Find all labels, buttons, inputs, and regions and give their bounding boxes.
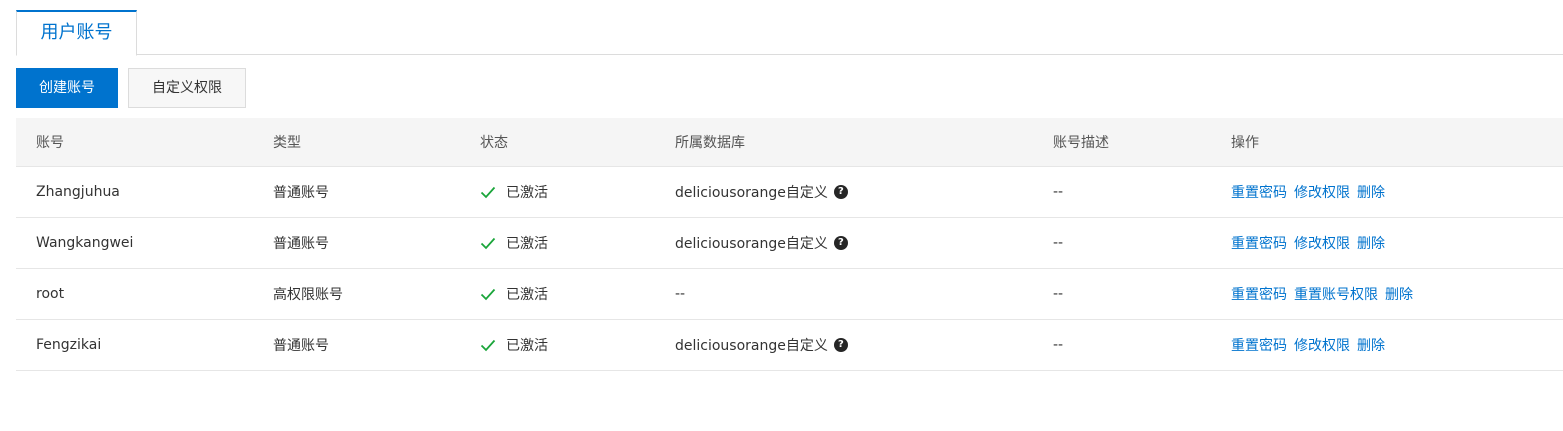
modify-permission-link[interactable]: 修改权限 (1294, 335, 1350, 355)
table-header: 账号 类型 状态 所属数据库 账号描述 操作 (16, 118, 1563, 167)
check-icon (480, 288, 496, 301)
database-cell: -- (675, 269, 685, 319)
reset-password-link[interactable]: 重置密码 (1231, 233, 1287, 253)
header-status: 状态 (480, 135, 508, 151)
database-name: -- (675, 286, 686, 302)
account-description: -- (1053, 235, 1064, 251)
actions-cell: 重置密码 重置账号权限 删除 (1231, 269, 1420, 319)
custom-permission-button[interactable]: 自定义权限 (128, 68, 246, 108)
database-name: deliciousorange自定义 (675, 185, 828, 201)
table-row: root 高权限账号 已激活 -- -- 重置密码 重置账号权限 删除 (16, 269, 1563, 320)
table-row: Fengzikai 普通账号 已激活 deliciousorange自定义? -- 重置密… (16, 320, 1563, 371)
delete-link[interactable]: 删除 (1357, 335, 1385, 355)
account-description: -- (1053, 184, 1064, 200)
delete-link[interactable]: 删除 (1357, 182, 1385, 202)
account-type: 高权限账号 (273, 287, 343, 303)
actions-cell: 重置密码 修改权限 删除 (1231, 320, 1392, 370)
header-actions: 操作 (1231, 135, 1259, 151)
status-text: 已激活 (506, 236, 548, 252)
help-icon[interactable]: ? (833, 338, 848, 352)
table-body: Zhangjuhua 普通账号 已激活 deliciousorange自定义? -- 重置… (16, 167, 1563, 371)
reset-password-link[interactable]: 重置密码 (1231, 335, 1287, 355)
modify-permission-link[interactable]: 修改权限 (1294, 182, 1350, 202)
database-name: deliciousorange自定义 (675, 236, 828, 252)
status-cell: 已激活 (480, 269, 548, 319)
check-icon (480, 237, 496, 250)
header-account: 账号 (36, 135, 64, 151)
account-name: Wangkangwei (36, 235, 134, 251)
account-name: root (36, 286, 65, 302)
header-type: 类型 (273, 135, 301, 151)
database-cell: deliciousorange自定义? (675, 167, 848, 217)
database-cell: deliciousorange自定义? (675, 320, 848, 370)
check-icon (480, 186, 496, 199)
create-account-button[interactable]: 创建账号 (16, 68, 118, 108)
modify-permission-link[interactable]: 修改权限 (1294, 233, 1350, 253)
header-database: 所属数据库 (675, 135, 745, 151)
table-row: Wangkangwei 普通账号 已激活 deliciousorange自定义? -- 重… (16, 218, 1563, 269)
header-description: 账号描述 (1053, 135, 1109, 151)
reset-account-permission-link[interactable]: 重置账号权限 (1294, 284, 1378, 304)
status-cell: 已激活 (480, 218, 548, 268)
account-name: Zhangjuhua (36, 184, 120, 200)
status-text: 已激活 (506, 185, 548, 201)
help-icon[interactable]: ? (833, 236, 848, 250)
account-management-page: 用户账号 创建账号 自定义权限 账号 类型 状态 所属数据库 账号描述 操作 Z… (0, 0, 1563, 431)
tab-bar: 用户账号 (16, 10, 1563, 56)
tab-user-accounts[interactable]: 用户账号 (16, 10, 137, 56)
accounts-table: 账号 类型 状态 所属数据库 账号描述 操作 Zhangjuhua 普通账号 已激活… (16, 118, 1563, 371)
actions-cell: 重置密码 修改权限 删除 (1231, 218, 1392, 268)
account-description: -- (1053, 286, 1064, 302)
account-type: 普通账号 (273, 338, 329, 354)
account-type: 普通账号 (273, 236, 329, 252)
account-name: Fengzikai (36, 337, 102, 353)
delete-link[interactable]: 删除 (1357, 233, 1385, 253)
status-text: 已激活 (506, 287, 548, 303)
database-cell: deliciousorange自定义? (675, 218, 848, 268)
actions-cell: 重置密码 修改权限 删除 (1231, 167, 1392, 217)
account-description: -- (1053, 337, 1064, 353)
account-type: 普通账号 (273, 185, 329, 201)
status-cell: 已激活 (480, 167, 548, 217)
help-icon[interactable]: ? (833, 185, 848, 199)
status-text: 已激活 (506, 338, 548, 354)
reset-password-link[interactable]: 重置密码 (1231, 182, 1287, 202)
status-cell: 已激活 (480, 320, 548, 370)
reset-password-link[interactable]: 重置密码 (1231, 284, 1287, 304)
database-name: deliciousorange自定义 (675, 338, 828, 354)
delete-link[interactable]: 删除 (1385, 284, 1413, 304)
check-icon (480, 339, 496, 352)
table-row: Zhangjuhua 普通账号 已激活 deliciousorange自定义? -- 重置… (16, 167, 1563, 218)
